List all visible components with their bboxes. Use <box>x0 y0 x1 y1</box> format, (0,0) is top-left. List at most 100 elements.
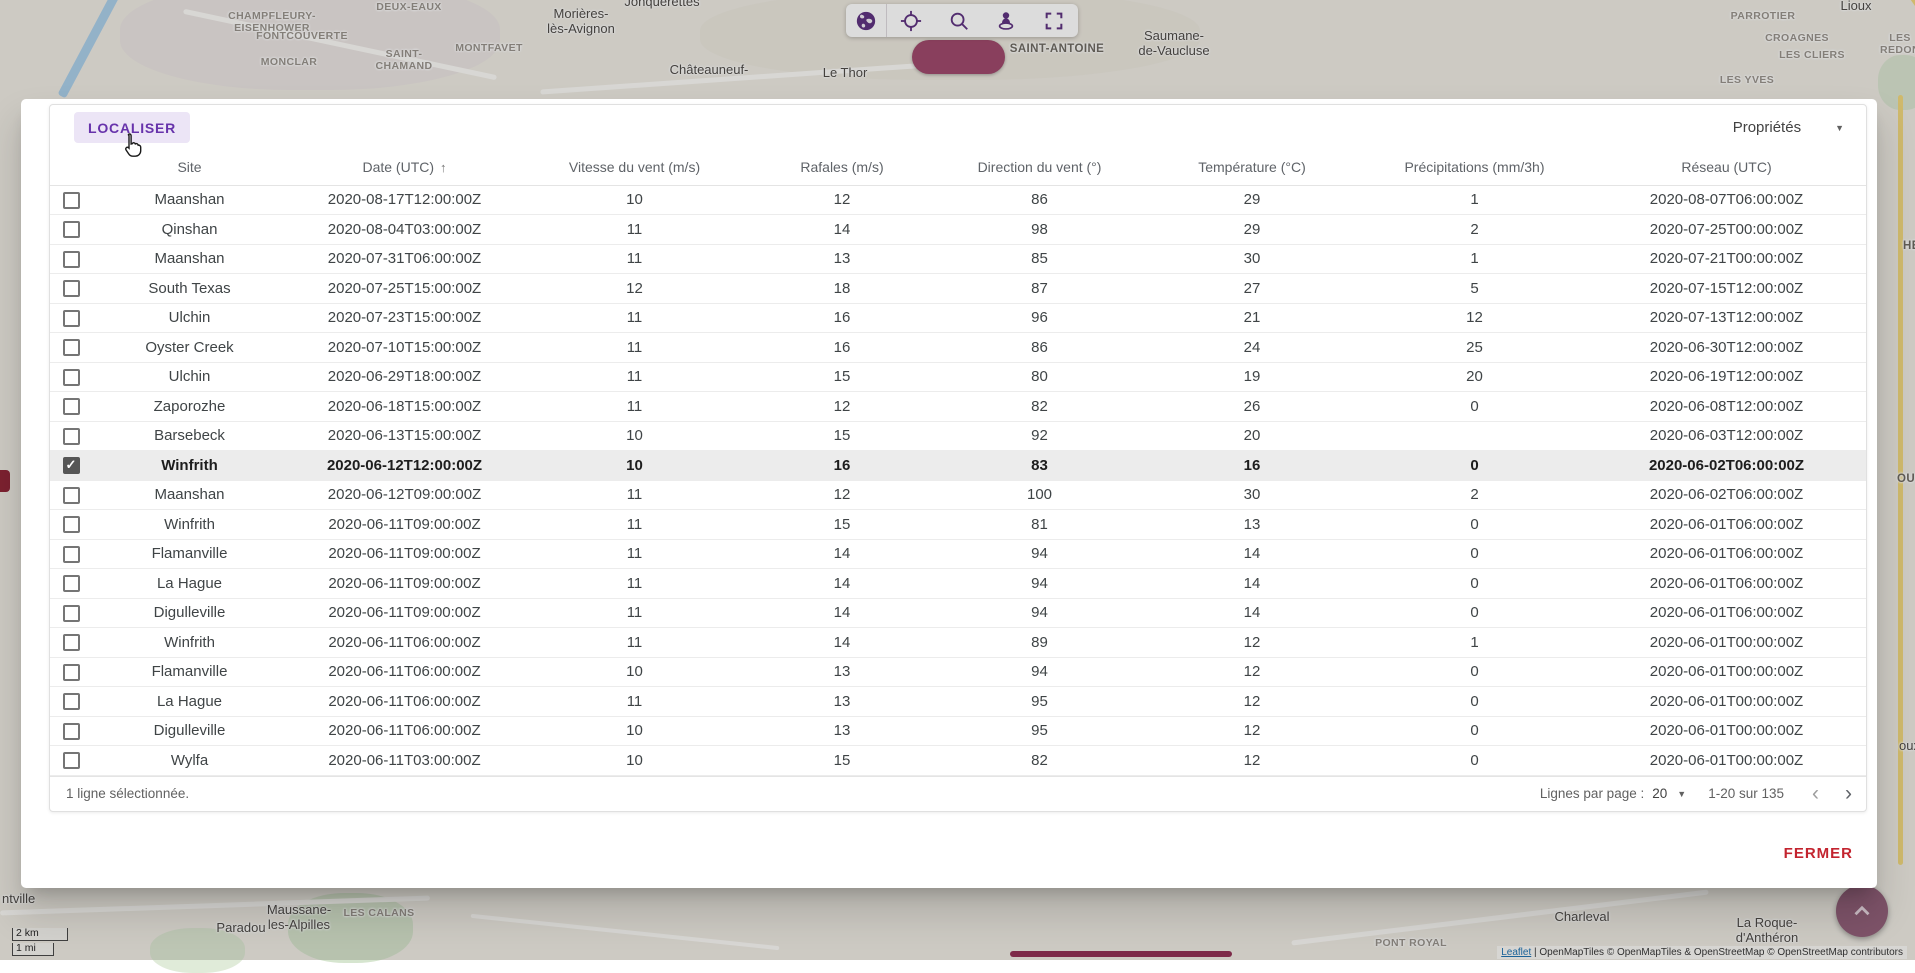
table-row[interactable]: Maanshan 2020-06-12T09:00:00Z 11 12 100 … <box>50 481 1866 511</box>
table-row[interactable]: South Texas 2020-07-25T15:00:00Z 12 18 8… <box>50 274 1866 304</box>
cell-wind-direction: 94 <box>937 545 1142 562</box>
row-checkbox-cell <box>50 693 92 711</box>
chevron-down-icon: ▼ <box>1677 789 1686 799</box>
table-row[interactable]: Qinshan 2020-08-04T03:00:00Z 11 14 98 29… <box>50 215 1866 245</box>
row-checkbox-cell <box>50 634 92 652</box>
cell-precipitation: 0 <box>1362 693 1587 710</box>
cell-temperature: 24 <box>1142 339 1362 356</box>
column-header-wind-speed[interactable]: Vitesse du vent (m/s) <box>522 159 747 175</box>
previous-page-button[interactable]: ‹ <box>1812 783 1819 804</box>
cell-gusts: 15 <box>747 752 937 769</box>
row-checkbox[interactable] <box>63 664 80 681</box>
cell-gusts: 15 <box>747 427 937 444</box>
next-page-button[interactable]: › <box>1845 783 1852 804</box>
row-checkbox[interactable] <box>63 575 80 592</box>
row-checkbox[interactable] <box>63 723 80 740</box>
row-checkbox[interactable] <box>63 752 80 769</box>
cell-date: 2020-06-11T06:00:00Z <box>287 693 522 710</box>
cell-precipitation: 0 <box>1362 604 1587 621</box>
cell-gusts: 14 <box>747 634 937 651</box>
column-header-date[interactable]: Date (UTC)↑ <box>287 159 522 175</box>
table-header: Site Date (UTC)↑ Vitesse du vent (m/s) R… <box>50 150 1866 185</box>
properties-dropdown[interactable]: Propriétés ▼ <box>1733 119 1844 136</box>
row-checkbox[interactable] <box>63 487 80 504</box>
cell-gusts: 15 <box>747 516 937 533</box>
cell-wind-direction: 100 <box>937 486 1142 503</box>
row-checkbox[interactable] <box>63 398 80 415</box>
cell-wind-direction: 94 <box>937 575 1142 592</box>
column-header-wind-direction[interactable]: Direction du vent (°) <box>937 159 1142 175</box>
cell-wind-direction: 94 <box>937 663 1142 680</box>
table-row[interactable]: Ulchin 2020-07-23T15:00:00Z 11 16 96 21 … <box>50 304 1866 334</box>
cell-wind-speed: 10 <box>522 457 747 474</box>
results-dialog: LOCALISER Propriétés ▼ Site Date (UTC)↑ … <box>21 99 1877 888</box>
row-checkbox[interactable] <box>63 339 80 356</box>
table-row[interactable]: Zaporozhe 2020-06-18T15:00:00Z 11 12 82 … <box>50 392 1866 422</box>
table-row[interactable]: Maanshan 2020-07-31T06:00:00Z 11 13 85 3… <box>50 245 1866 275</box>
table-row[interactable]: Winfrith 2020-06-11T06:00:00Z 11 14 89 1… <box>50 628 1866 658</box>
cell-network: 2020-07-21T00:00:00Z <box>1587 250 1866 267</box>
column-header-temperature[interactable]: Température (°C) <box>1142 159 1362 175</box>
column-header-date-label: Date (UTC) <box>362 159 434 175</box>
fermer-button[interactable]: FERMER <box>1770 837 1867 870</box>
rows-per-page-select[interactable]: 20 ▼ <box>1652 786 1686 801</box>
column-header-gusts[interactable]: Rafales (m/s) <box>747 159 937 175</box>
row-checkbox[interactable] <box>63 221 80 238</box>
cell-date: 2020-06-11T06:00:00Z <box>287 634 522 651</box>
cell-gusts: 12 <box>747 486 937 503</box>
cell-gusts: 12 <box>747 191 937 208</box>
row-checkbox[interactable] <box>63 280 80 297</box>
row-checkbox[interactable] <box>63 457 80 474</box>
row-checkbox[interactable] <box>63 605 80 622</box>
cell-temperature: 13 <box>1142 516 1362 533</box>
table-row[interactable]: Digulleville 2020-06-11T09:00:00Z 11 14 … <box>50 599 1866 629</box>
cell-wind-direction: 98 <box>937 221 1142 238</box>
table-row[interactable]: Digulleville 2020-06-11T06:00:00Z 10 13 … <box>50 717 1866 747</box>
table-row[interactable]: Wylfa 2020-06-11T03:00:00Z 10 15 82 12 0… <box>50 746 1866 776</box>
cell-date: 2020-06-11T03:00:00Z <box>287 752 522 769</box>
cell-wind-speed: 10 <box>522 427 747 444</box>
table-row[interactable]: Flamanville 2020-06-11T09:00:00Z 11 14 9… <box>50 540 1866 570</box>
row-checkbox-cell <box>50 309 92 327</box>
cell-gusts: 14 <box>747 604 937 621</box>
row-checkbox[interactable] <box>63 369 80 386</box>
column-header-network[interactable]: Réseau (UTC) <box>1587 159 1866 175</box>
table-row[interactable]: Maanshan 2020-08-17T12:00:00Z 10 12 86 2… <box>50 186 1866 216</box>
row-checkbox[interactable] <box>63 192 80 209</box>
row-checkbox[interactable] <box>63 516 80 533</box>
mouse-cursor-pointer <box>120 132 144 160</box>
cell-wind-direction: 89 <box>937 634 1142 651</box>
row-checkbox[interactable] <box>63 546 80 563</box>
column-header-precipitation[interactable]: Précipitations (mm/3h) <box>1362 159 1587 175</box>
cell-precipitation: 12 <box>1362 309 1587 326</box>
pagination-range: 1-20 sur 135 <box>1708 786 1784 801</box>
cell-date: 2020-06-11T09:00:00Z <box>287 575 522 592</box>
row-checkbox[interactable] <box>63 634 80 651</box>
row-checkbox-cell <box>50 575 92 593</box>
cell-site: Winfrith <box>92 457 287 474</box>
table-row[interactable]: La Hague 2020-06-11T06:00:00Z 11 13 95 1… <box>50 687 1866 717</box>
cell-temperature: 27 <box>1142 280 1362 297</box>
row-checkbox[interactable] <box>63 693 80 710</box>
table-row[interactable]: Oyster Creek 2020-07-10T15:00:00Z 11 16 … <box>50 333 1866 363</box>
cell-wind-speed: 11 <box>522 368 747 385</box>
cell-date: 2020-06-11T09:00:00Z <box>287 545 522 562</box>
cell-site: Winfrith <box>92 634 287 651</box>
table-row[interactable]: Barsebeck 2020-06-13T15:00:00Z 10 15 92 … <box>50 422 1866 452</box>
row-checkbox[interactable] <box>63 310 80 327</box>
table-row[interactable]: La Hague 2020-06-11T09:00:00Z 11 14 94 1… <box>50 569 1866 599</box>
table-row[interactable]: Ulchin 2020-06-29T18:00:00Z 11 15 80 19 … <box>50 363 1866 393</box>
table-row[interactable]: Winfrith 2020-06-12T12:00:00Z 10 16 83 1… <box>50 451 1866 481</box>
cell-temperature: 30 <box>1142 486 1362 503</box>
table-row[interactable]: Flamanville 2020-06-11T06:00:00Z 10 13 9… <box>50 658 1866 688</box>
column-header-site[interactable]: Site <box>92 159 287 175</box>
row-checkbox[interactable] <box>63 428 80 445</box>
table-row[interactable]: Winfrith 2020-06-11T09:00:00Z 11 15 81 1… <box>50 510 1866 540</box>
row-checkbox[interactable] <box>63 251 80 268</box>
cell-site: Maanshan <box>92 191 287 208</box>
cell-network: 2020-07-25T00:00:00Z <box>1587 221 1866 238</box>
cell-precipitation: 0 <box>1362 545 1587 562</box>
cell-gusts: 15 <box>747 368 937 385</box>
cell-wind-speed: 12 <box>522 280 747 297</box>
results-table-panel: LOCALISER Propriétés ▼ Site Date (UTC)↑ … <box>49 104 1867 812</box>
